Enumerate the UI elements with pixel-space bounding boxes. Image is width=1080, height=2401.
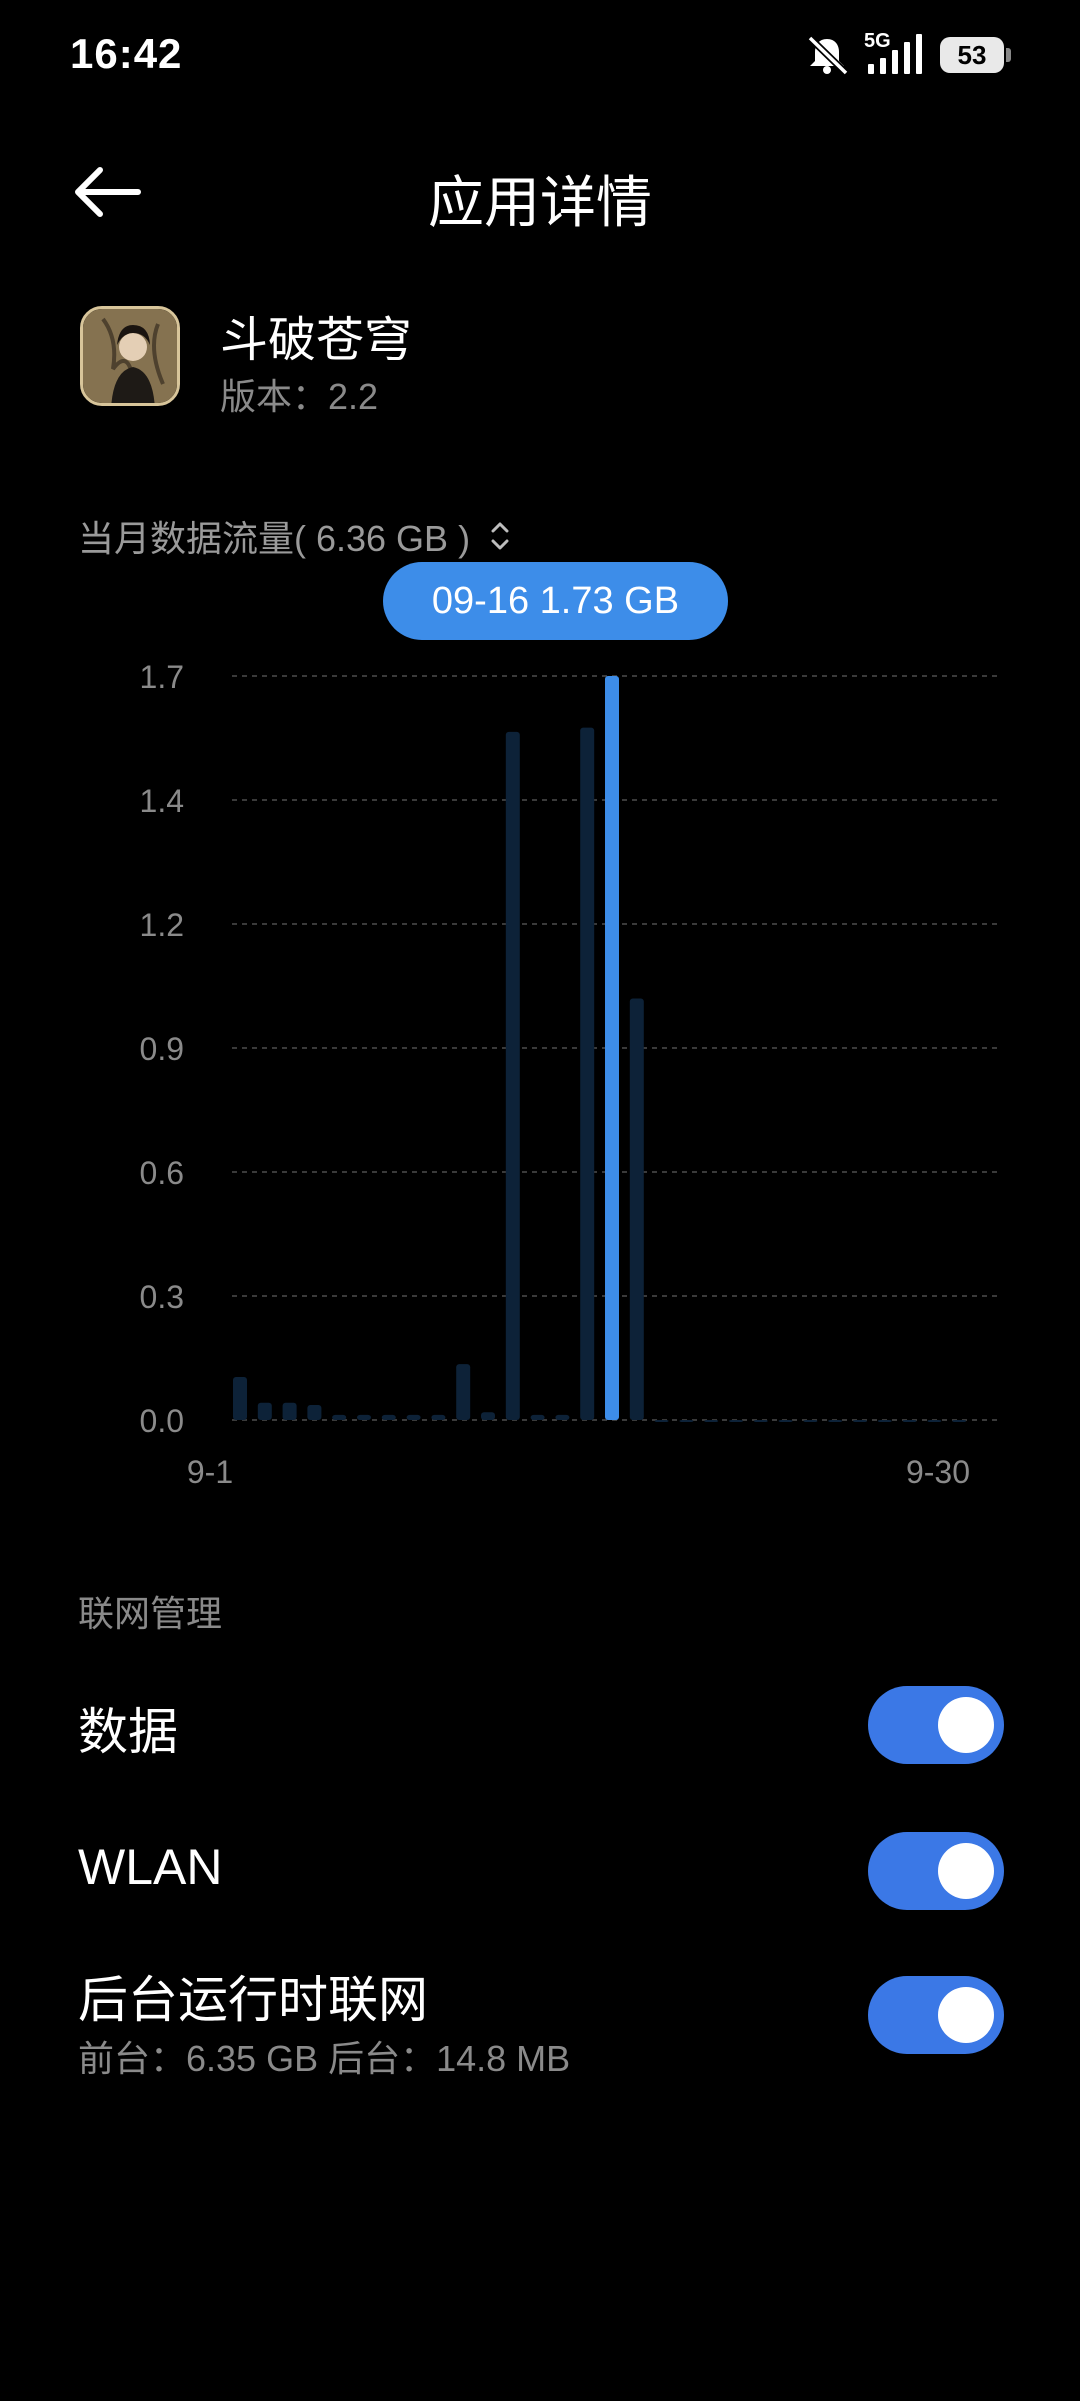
bar[interactable]: [902, 1420, 917, 1422]
usage-breakdown: 前台：6.35 GB 后台：14.8 MB: [78, 2038, 571, 2079]
bar[interactable]: [778, 1420, 793, 1422]
bar[interactable]: [679, 1420, 694, 1422]
bar[interactable]: [580, 727, 595, 1420]
app-version: 版本：2.2: [220, 376, 379, 417]
page-title: 应用详情: [428, 171, 652, 234]
y-tick-label: 0.0: [140, 1403, 184, 1439]
bar[interactable]: [654, 1420, 669, 1422]
network-signal: 5G: [864, 30, 926, 76]
highlighted-bar[interactable]: [605, 676, 619, 1420]
bar[interactable]: [853, 1420, 867, 1422]
bar[interactable]: [555, 1414, 570, 1420]
y-tick-label: 1.7: [140, 659, 184, 695]
bar[interactable]: [803, 1420, 818, 1422]
bar[interactable]: [530, 1414, 545, 1420]
x-tick-label: 9-1: [187, 1454, 233, 1490]
bar[interactable]: [257, 1402, 272, 1420]
toggle-knob: [938, 1697, 994, 1753]
bar[interactable]: [828, 1420, 843, 1422]
bar[interactable]: [952, 1420, 967, 1422]
app-info: 斗破苍穹 版本：2.2: [80, 306, 412, 417]
app-name: 斗破苍穹: [220, 314, 413, 367]
y-tick-label: 0.3: [140, 1279, 184, 1315]
usage-chart: 0.0 0.3 0.6 0.9 1.2 1.4 1.7 9-1 9-30: [140, 659, 1000, 1490]
network-section-title: 联网管理: [78, 1593, 223, 1634]
wlan-label: WLAN: [78, 1839, 223, 1895]
mobile-data-toggle[interactable]: [868, 1686, 1004, 1764]
background-network-toggle[interactable]: [868, 1976, 1004, 2054]
monthly-usage-label: 当月数据流量( 6.36 GB ): [78, 518, 471, 559]
mobile-data-label: 数据: [78, 1704, 178, 1760]
toggle-knob: [938, 1843, 994, 1899]
y-tick-label: 0.6: [140, 1155, 184, 1191]
status-icons: 5G 53: [804, 30, 1011, 76]
bar[interactable]: [704, 1420, 719, 1422]
silent-bell-icon: [807, 35, 849, 75]
bar[interactable]: [753, 1420, 768, 1422]
bar[interactable]: [282, 1402, 297, 1420]
app-bar: 应用详情: [0, 140, 1080, 240]
bar[interactable]: [332, 1414, 347, 1420]
battery-icon: 53: [940, 37, 1011, 73]
signal-icon: [868, 34, 922, 74]
bar[interactable]: [505, 731, 520, 1420]
bar[interactable]: [381, 1414, 396, 1420]
status-bar: 16:42 5G 53: [0, 0, 1080, 110]
bar[interactable]: [877, 1420, 892, 1422]
x-tick-label: 9-30: [906, 1454, 970, 1490]
bar[interactable]: [233, 1376, 247, 1420]
bar[interactable]: [431, 1414, 446, 1420]
status-time: 16:42: [70, 30, 183, 77]
y-tick-label: 1.2: [140, 907, 184, 943]
bar[interactable]: [729, 1420, 743, 1422]
bar[interactable]: [406, 1414, 421, 1420]
toggle-knob: [938, 1987, 994, 2043]
bar[interactable]: [927, 1420, 942, 1422]
sort-chevrons-icon: [491, 522, 509, 550]
selected-day-tooltip: 09-16 1.73 GB: [383, 562, 728, 640]
bar[interactable]: [629, 998, 644, 1420]
bar[interactable]: [307, 1404, 322, 1420]
app-icon: [80, 306, 180, 406]
y-tick-label: 1.4: [140, 783, 184, 819]
background-network-label: 后台运行时联网: [78, 1972, 428, 2028]
bar[interactable]: [357, 1414, 371, 1420]
wlan-toggle[interactable]: [868, 1832, 1004, 1910]
bar[interactable]: [481, 1412, 495, 1420]
bar[interactable]: [456, 1364, 471, 1420]
y-tick-label: 0.9: [140, 1031, 184, 1067]
monthly-usage-selector[interactable]: 当月数据流量( 6.36 GB ): [78, 510, 512, 562]
